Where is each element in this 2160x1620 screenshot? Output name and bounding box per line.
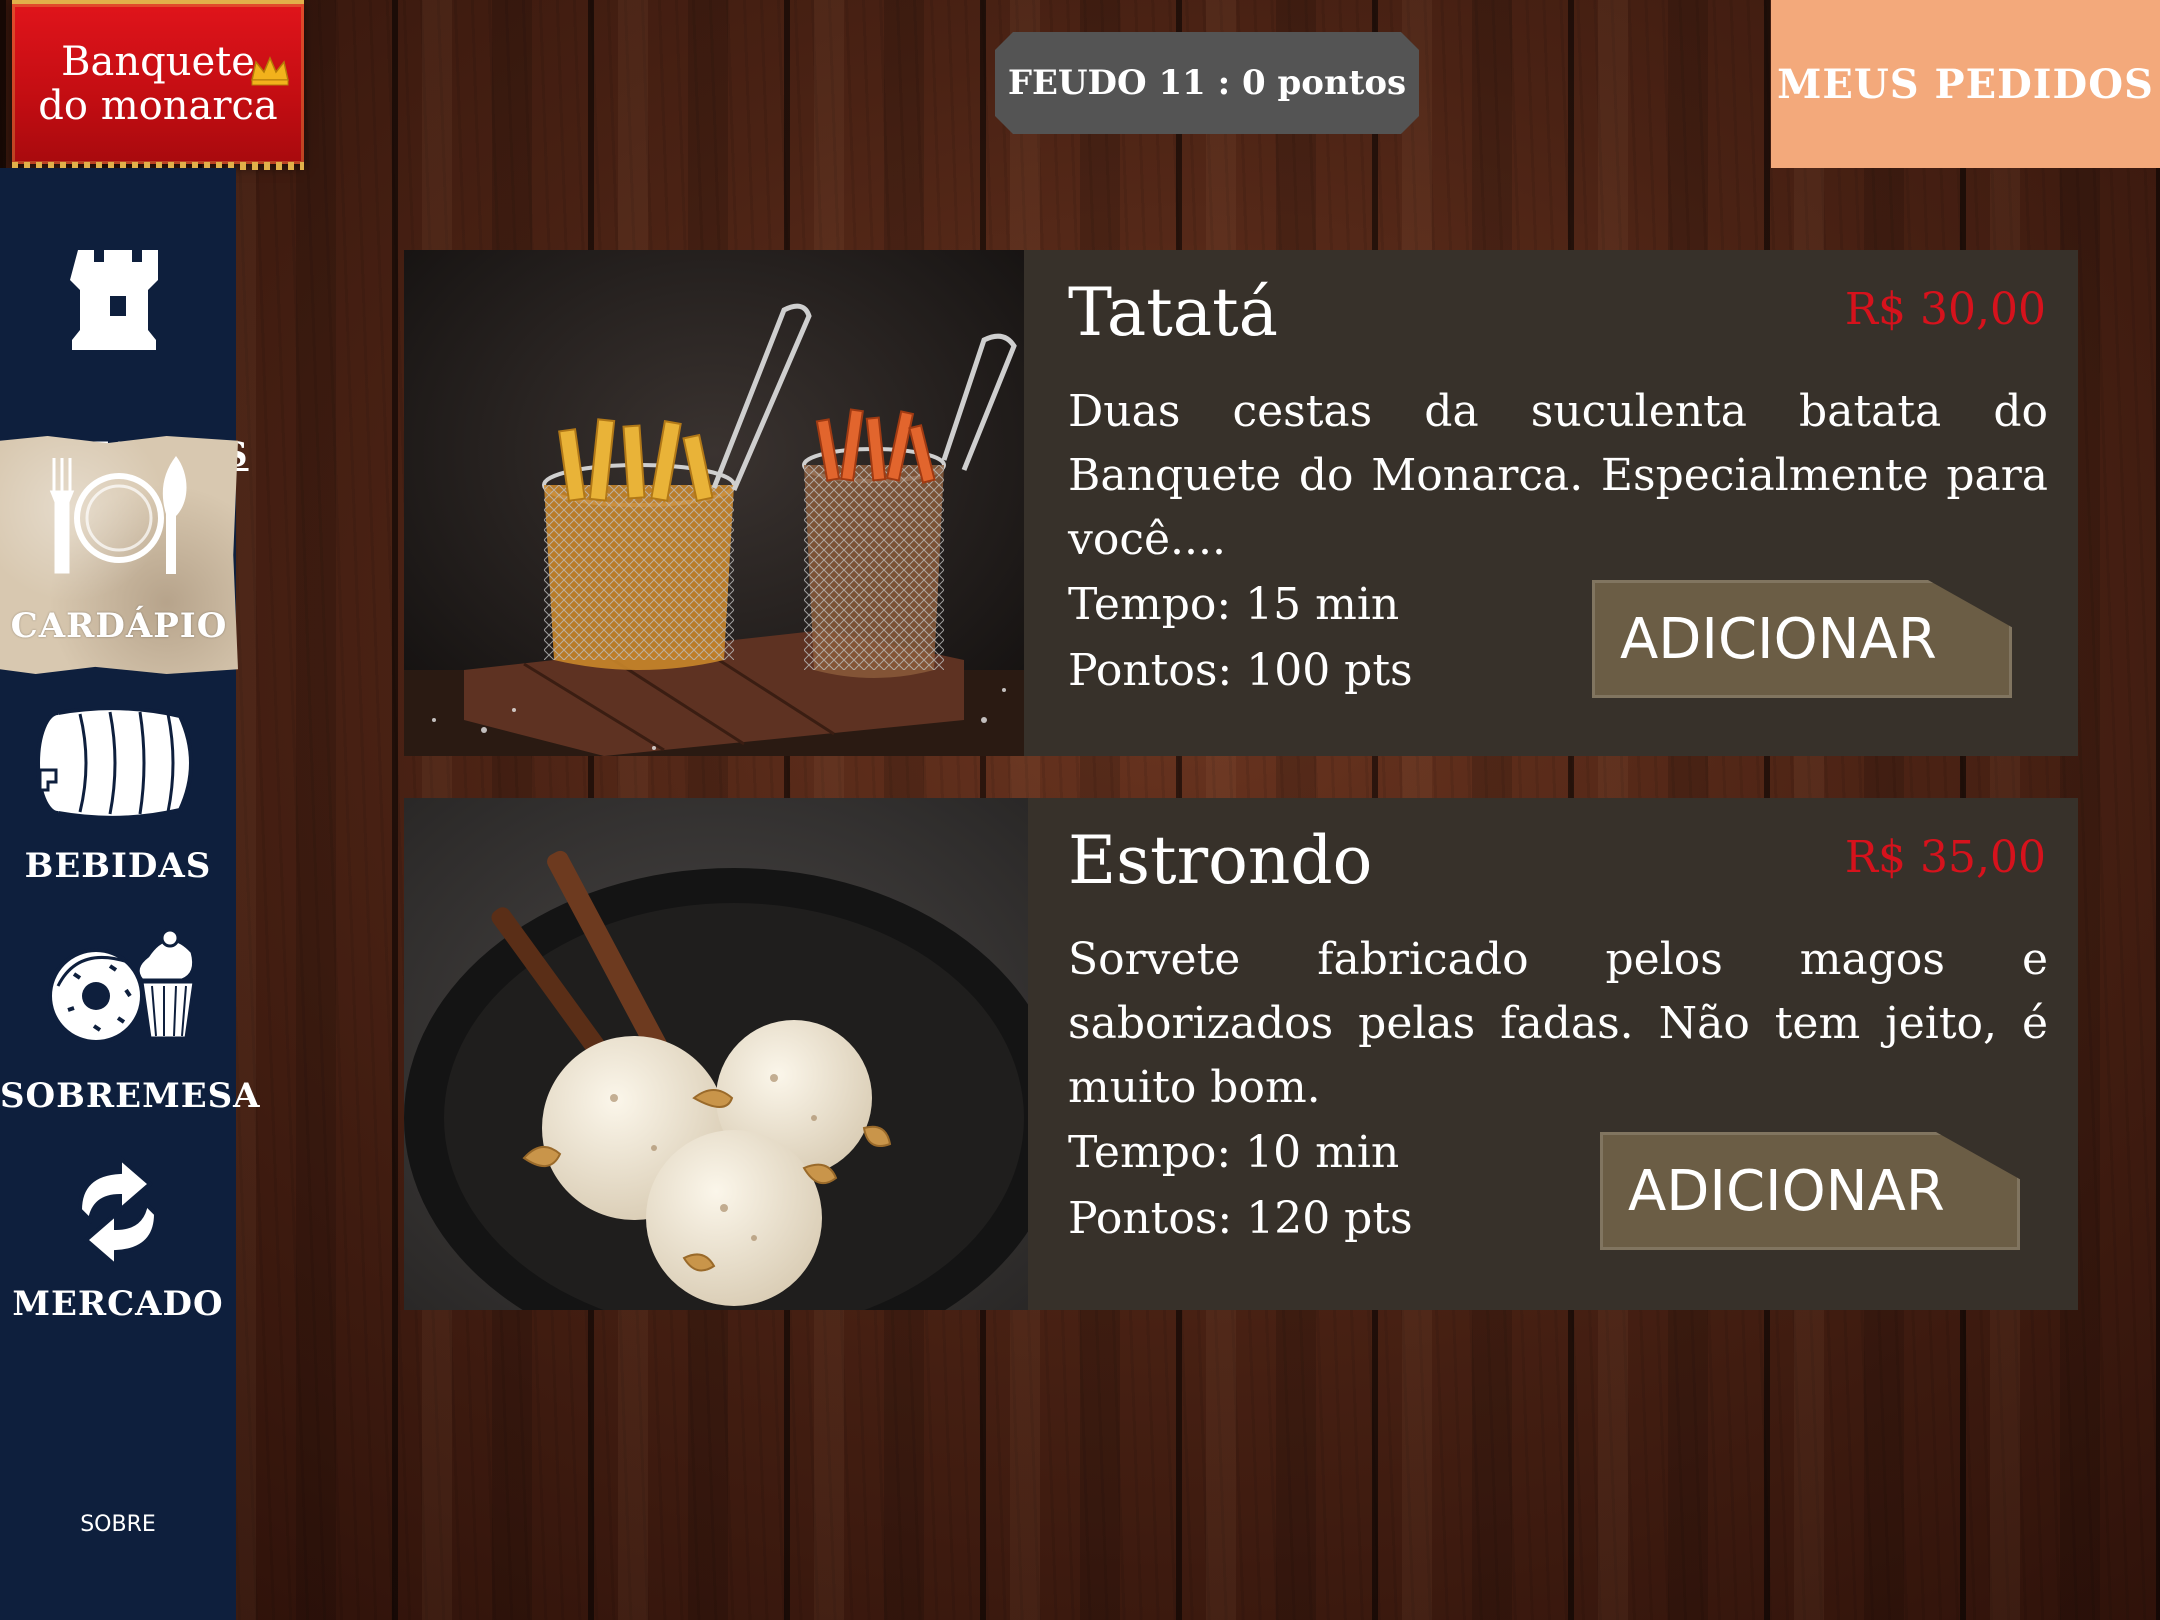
menu-item-title: Tatatá — [1068, 274, 1278, 351]
sidebar-item-label: BEBIDAS — [24, 846, 212, 886]
my-orders-button[interactable]: MEUS PEDIDOS — [1771, 0, 2160, 168]
crown-icon — [251, 56, 289, 86]
barrel-icon — [36, 708, 193, 818]
score-badge: FEUDO 11 : 0 pontos — [995, 32, 1419, 134]
menu-item-time: Tempo: 15 min — [1068, 579, 1400, 630]
sobre-link[interactable]: SOBRE — [0, 1512, 236, 1537]
menu-item-points: Pontos: 100 pts — [1068, 645, 1413, 696]
sidebar-item-cardapio[interactable]: CARDÁPIO — [0, 436, 238, 674]
sidebar-item-mercado[interactable]: MERCADO — [0, 1156, 236, 1326]
donut-cupcake-icon — [48, 928, 196, 1044]
menu-item-card: Estrondo R$ 35,00 Sorvete fabricado pelo… — [404, 798, 2078, 1310]
menu-item-meta: Tempo: 10 min Pontos: 120 pts — [1068, 1120, 1413, 1252]
menu-item-title: Estrondo — [1068, 822, 1373, 899]
sidebar-item-label: SOBREMESA — [0, 1076, 261, 1116]
menu-item-points: Pontos: 120 pts — [1068, 1193, 1413, 1244]
menu-item-card: Tatatá R$ 30,00 Duas cestas da suculenta… — [404, 250, 2078, 756]
add-to-order-button[interactable]: ADICIONAR — [1592, 580, 2012, 698]
sidebar-item-label: MERCADO — [12, 1284, 224, 1324]
menu-item-meta: Tempo: 15 min Pontos: 100 pts — [1068, 572, 1413, 704]
sidebar-nav: DESTAQUES CARDÁPIO BEBIDAS — [0, 168, 260, 1620]
menu-item-description: Duas cestas da suculenta batata do Banqu… — [1068, 386, 2048, 565]
ice-cream-bowl-photo — [404, 798, 1028, 1310]
sidebar-item-bebidas[interactable]: BEBIDAS — [0, 708, 236, 886]
plate-cutlery-icon — [49, 456, 187, 574]
sidebar-item-sobremesa[interactable]: SOBREMESA — [0, 926, 260, 1116]
exchange-arrows-icon — [77, 1156, 159, 1268]
sidebar-item-label: CARDÁPIO — [10, 606, 228, 646]
add-to-order-button[interactable]: ADICIONAR — [1600, 1132, 2020, 1250]
menu-item-price: R$ 35,00 — [1844, 832, 2046, 883]
rook-icon — [70, 250, 158, 350]
menu-item-price: R$ 30,00 — [1844, 284, 2046, 335]
menu-item-description: Sorvete fabricado pelos magos e saboriza… — [1068, 934, 2048, 1113]
logo-line-2: do monarca — [38, 83, 278, 129]
menu-item-time: Tempo: 10 min — [1068, 1127, 1400, 1178]
fries-baskets-photo — [404, 250, 1024, 756]
brand-logo[interactable]: Banquete do monarca — [12, 0, 304, 170]
